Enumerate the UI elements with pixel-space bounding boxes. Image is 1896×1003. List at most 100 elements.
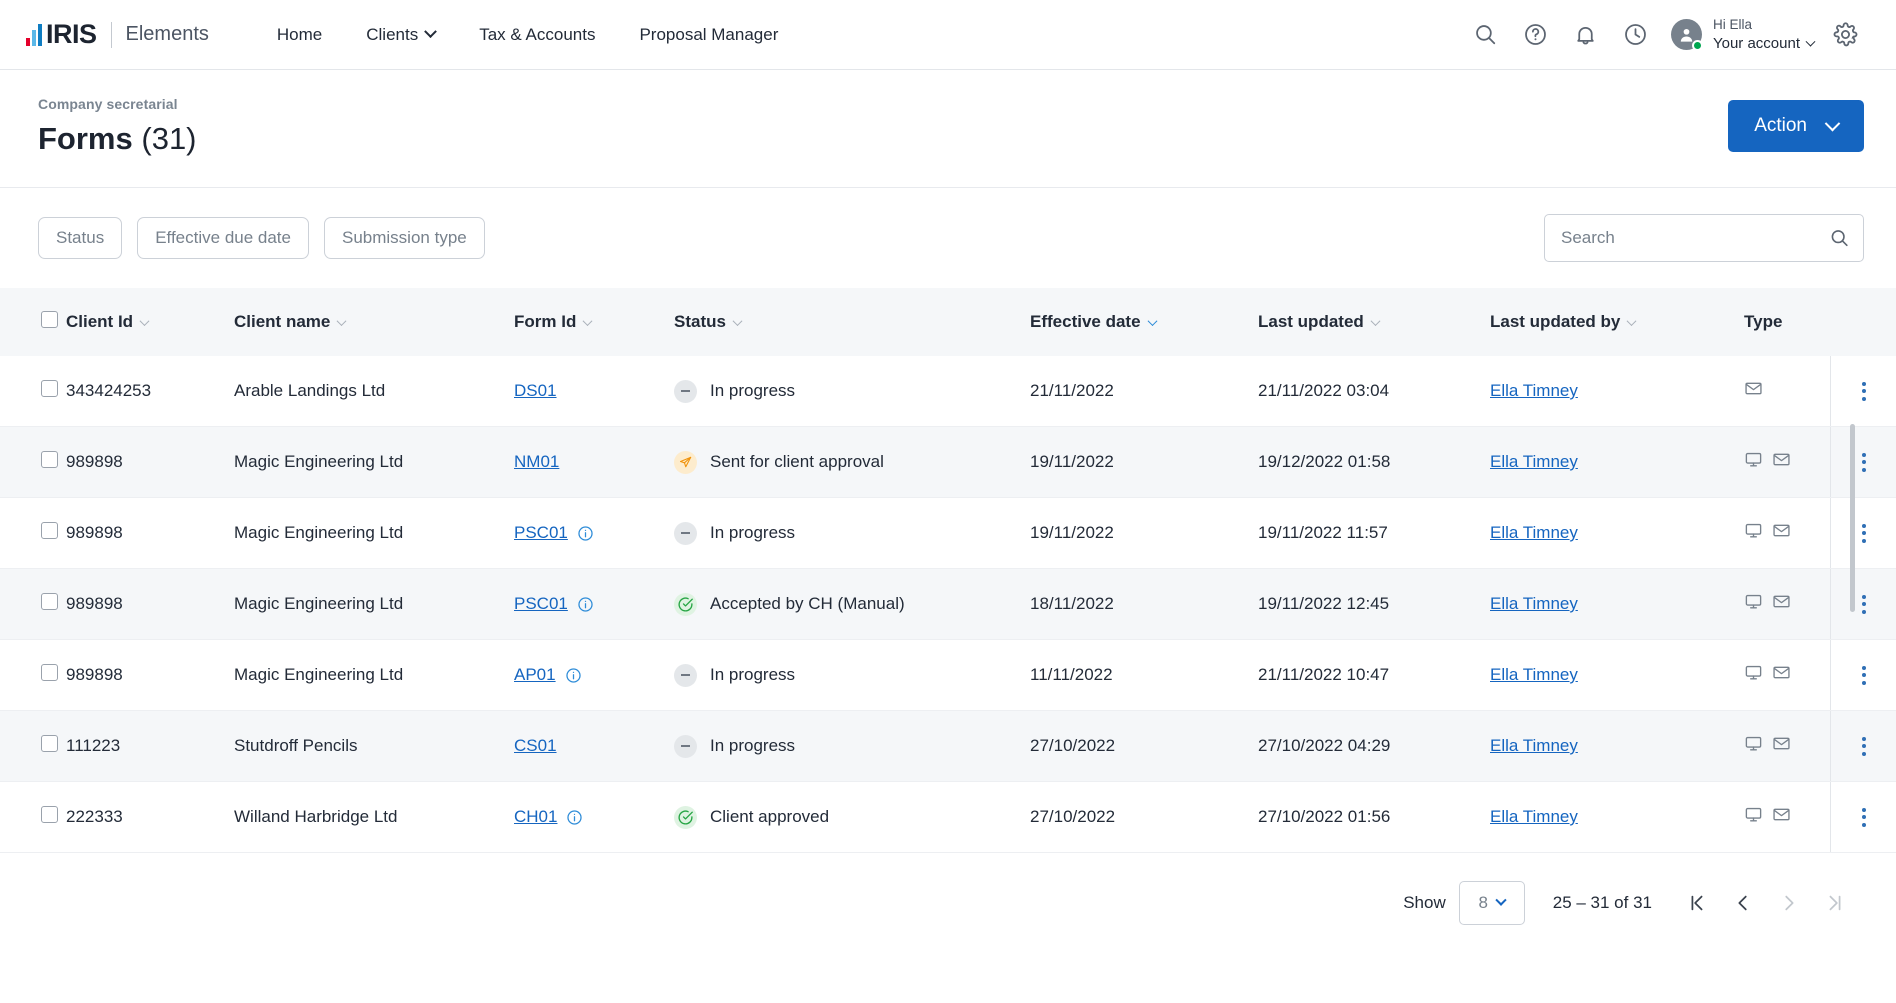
- column-label: Last updated by: [1490, 312, 1620, 332]
- row-actions-menu-button[interactable]: [1830, 498, 1896, 568]
- last-updated-by-link[interactable]: Ella Timney: [1490, 523, 1578, 542]
- cell-status: Sent for client approval: [674, 427, 1030, 498]
- monitor-icon[interactable]: [1744, 592, 1763, 616]
- search-input[interactable]: [1544, 214, 1864, 262]
- nav-item-tax-accounts[interactable]: Tax & Accounts: [457, 25, 617, 45]
- envelope-icon[interactable]: [1772, 805, 1791, 829]
- column-label: Status: [674, 312, 726, 332]
- cell-effective-date: 19/11/2022: [1030, 427, 1258, 498]
- filter-chip-status[interactable]: Status: [38, 217, 122, 259]
- next-page-button[interactable]: [1766, 880, 1812, 926]
- row-checkbox[interactable]: [41, 451, 58, 468]
- row-checkbox[interactable]: [41, 380, 58, 397]
- row-actions-menu-button[interactable]: [1830, 356, 1896, 426]
- nav-item-clients-label: Clients: [366, 25, 418, 45]
- search-icon[interactable]: [1461, 10, 1511, 60]
- table-row[interactable]: 989898 Magic Engineering Ltd PSC01 In pr…: [0, 498, 1896, 569]
- last-updated-by-link[interactable]: Ella Timney: [1490, 665, 1578, 684]
- chevron-down-icon: [1806, 37, 1816, 47]
- pagination-bar: Show 8 25 – 31 of 31: [0, 853, 1896, 929]
- envelope-icon[interactable]: [1772, 592, 1791, 616]
- action-button[interactable]: Action: [1728, 100, 1864, 152]
- last-page-button[interactable]: [1812, 880, 1858, 926]
- last-updated-by-link[interactable]: Ella Timney: [1490, 807, 1578, 826]
- row-actions-menu-button[interactable]: [1830, 569, 1896, 639]
- column-header-last-updated[interactable]: Last updated: [1258, 288, 1490, 356]
- form-id-link[interactable]: PSC01: [514, 594, 568, 614]
- first-page-button[interactable]: [1674, 880, 1720, 926]
- table-vertical-scrollbar[interactable]: [1850, 424, 1855, 612]
- column-header-effective-date[interactable]: Effective date: [1030, 288, 1258, 356]
- row-actions-menu-button[interactable]: [1830, 640, 1896, 710]
- envelope-icon[interactable]: [1744, 379, 1763, 403]
- gear-icon[interactable]: [1820, 10, 1870, 60]
- cell-row-menu: [1830, 356, 1896, 427]
- filter-chip-submission-type[interactable]: Submission type: [324, 217, 485, 259]
- cell-client-name: Magic Engineering Ltd: [234, 569, 514, 640]
- envelope-icon[interactable]: [1772, 521, 1791, 545]
- row-checkbox[interactable]: [41, 735, 58, 752]
- last-updated-by-link[interactable]: Ella Timney: [1490, 594, 1578, 613]
- table-row[interactable]: 111223 Stutdroff Pencils CS01 In progres…: [0, 711, 1896, 782]
- online-status-indicator: [1692, 40, 1703, 51]
- page-size-select[interactable]: 8: [1459, 881, 1525, 925]
- row-actions-menu-button[interactable]: [1830, 427, 1896, 497]
- last-updated-by-link[interactable]: Ella Timney: [1490, 381, 1578, 400]
- envelope-icon[interactable]: [1772, 450, 1791, 474]
- row-actions-menu-button[interactable]: [1830, 711, 1896, 781]
- column-header-form-id[interactable]: Form Id: [514, 288, 674, 356]
- monitor-icon[interactable]: [1744, 521, 1763, 545]
- filter-chip-effective-due-date[interactable]: Effective due date: [137, 217, 309, 259]
- kebab-menu-icon: [1862, 382, 1866, 401]
- monitor-icon[interactable]: [1744, 663, 1763, 687]
- form-id-link[interactable]: CS01: [514, 736, 557, 756]
- account-menu[interactable]: Hi Ella Your account: [1671, 15, 1814, 54]
- status-label: In progress: [710, 381, 795, 401]
- column-label: Type: [1744, 312, 1782, 332]
- row-checkbox[interactable]: [41, 664, 58, 681]
- column-header-status[interactable]: Status: [674, 288, 1030, 356]
- column-header-last-updated-by[interactable]: Last updated by: [1490, 288, 1744, 356]
- info-icon[interactable]: [566, 809, 583, 826]
- form-id-link[interactable]: AP01: [514, 665, 556, 685]
- previous-page-button[interactable]: [1720, 880, 1766, 926]
- select-all-checkbox[interactable]: [41, 311, 58, 328]
- info-icon[interactable]: [577, 525, 594, 542]
- form-id-link[interactable]: DS01: [514, 381, 557, 401]
- nav-item-clients[interactable]: Clients: [344, 25, 457, 45]
- cell-effective-date: 21/11/2022: [1030, 356, 1258, 427]
- brand-logo[interactable]: IRIS Elements: [26, 21, 209, 48]
- form-id-link[interactable]: NM01: [514, 452, 559, 472]
- bell-icon[interactable]: [1561, 10, 1611, 60]
- last-updated-by-link[interactable]: Ella Timney: [1490, 736, 1578, 755]
- monitor-icon[interactable]: [1744, 450, 1763, 474]
- brand-divider: [111, 22, 112, 48]
- row-checkbox[interactable]: [41, 593, 58, 610]
- cell-effective-date: 19/11/2022: [1030, 498, 1258, 569]
- nav-item-home[interactable]: Home: [255, 25, 344, 45]
- info-icon[interactable]: [565, 667, 582, 684]
- monitor-icon[interactable]: [1744, 734, 1763, 758]
- form-id-link[interactable]: PSC01: [514, 523, 568, 543]
- table-row[interactable]: 989898 Magic Engineering Ltd PSC01 Accep…: [0, 569, 1896, 640]
- envelope-icon[interactable]: [1772, 734, 1791, 758]
- search-icon[interactable]: [1829, 228, 1850, 249]
- last-updated-by-link[interactable]: Ella Timney: [1490, 452, 1578, 471]
- table-row[interactable]: 989898 Magic Engineering Ltd AP01 In pro…: [0, 640, 1896, 711]
- help-icon[interactable]: [1511, 10, 1561, 60]
- info-icon[interactable]: [577, 596, 594, 613]
- monitor-icon[interactable]: [1744, 805, 1763, 829]
- table-row[interactable]: 222333 Willand Harbridge Ltd CH01 Client…: [0, 782, 1896, 853]
- form-id-link[interactable]: CH01: [514, 807, 557, 827]
- table-row[interactable]: 989898 Magic Engineering Ltd NM01 Sent f…: [0, 427, 1896, 498]
- table-row[interactable]: 343424253 Arable Landings Ltd DS01 In pr…: [0, 356, 1896, 427]
- column-header-client-name[interactable]: Client name: [234, 288, 514, 356]
- row-checkbox[interactable]: [41, 522, 58, 539]
- history-icon[interactable]: [1611, 10, 1661, 60]
- row-actions-menu-button[interactable]: [1830, 782, 1896, 852]
- cell-last-updated: 21/11/2022 10:47: [1258, 640, 1490, 711]
- envelope-icon[interactable]: [1772, 663, 1791, 687]
- nav-item-proposal-manager[interactable]: Proposal Manager: [617, 25, 800, 45]
- row-checkbox[interactable]: [41, 806, 58, 823]
- column-header-client-id[interactable]: Client Id: [66, 288, 234, 356]
